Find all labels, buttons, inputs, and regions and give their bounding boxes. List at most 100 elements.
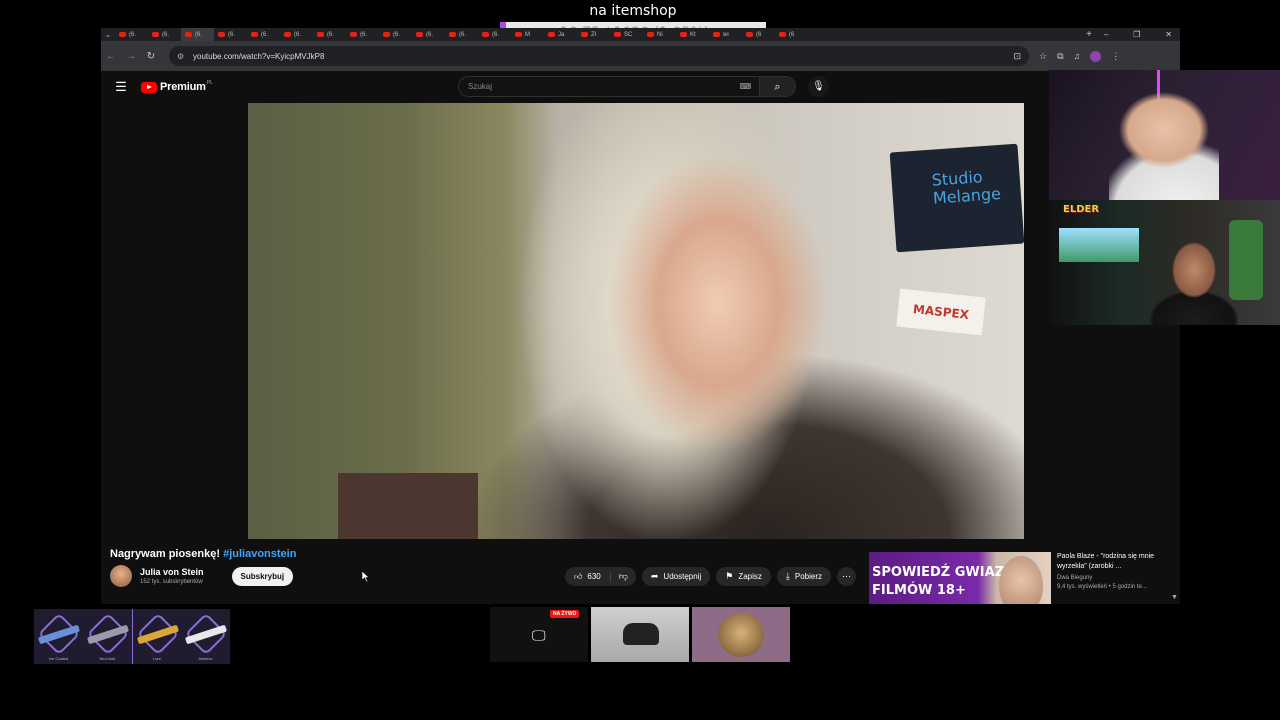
webcam-streamer	[1109, 90, 1219, 200]
browser-tab[interactable]: (6.	[280, 28, 313, 41]
menu-kebab-icon[interactable]: ⋮	[1111, 51, 1120, 62]
forward-icon[interactable]: →	[121, 51, 141, 62]
dislike-button[interactable]: 👎︎	[611, 571, 636, 582]
tab-label: (6	[789, 31, 795, 38]
browser-tab[interactable]: wi	[709, 28, 742, 41]
recommended-thumbnail[interactable]: SPOWIEDŹ GWIAZDY FILMÓW 18+	[869, 552, 1051, 604]
download-icon: ⤓	[785, 571, 790, 581]
browser-tab[interactable]: M	[511, 28, 544, 41]
skin-label: Lore	[152, 656, 161, 661]
tab-label: (6.	[162, 31, 170, 38]
site-info-icon[interactable]: ⚙	[177, 52, 187, 61]
browser-tab[interactable]: (6	[775, 28, 808, 41]
recommended-info: Paola Blaze - "rodzina się mnie wyrzekła…	[1057, 552, 1169, 604]
tab-label: (6.	[129, 31, 137, 38]
more-actions-button[interactable]: ⋯	[836, 567, 856, 586]
channel-avatar[interactable]	[110, 565, 132, 587]
download-button[interactable]: ⤓ Pobierz	[776, 567, 831, 586]
window-controls: – ❐ ✕	[1096, 30, 1180, 39]
media-icon[interactable]: ♫	[1074, 51, 1081, 61]
youtube-favicon-icon	[218, 32, 225, 37]
browser-tab[interactable]: (6.	[313, 28, 346, 41]
browser-tab[interactable]: (6.	[379, 28, 412, 41]
extension-icons: ☆ ⧉ ♫ ⋮	[1039, 50, 1120, 62]
youtube-header: ☰ Premium PL Szukaj ⌨ ⌕ 🎙	[101, 71, 1180, 103]
youtube-logo[interactable]: Premium PL	[141, 80, 213, 93]
video-sign: Studio Melange	[889, 143, 1024, 253]
thumbs-up-icon: 👍︎	[574, 571, 583, 581]
hashtag-link[interactable]: #juliavonstein	[223, 548, 296, 560]
browser-tab[interactable]: (6.	[445, 28, 478, 41]
browser-tab[interactable]: Ni	[643, 28, 676, 41]
install-icon[interactable]: ⊡	[1013, 51, 1021, 62]
recommended-thumbnail-face	[999, 556, 1043, 604]
maximize-icon[interactable]: ❐	[1133, 30, 1140, 39]
car-image	[623, 623, 659, 645]
browser-tab[interactable]: Kt	[676, 28, 709, 41]
skin-label: Ice Coaled	[48, 656, 69, 661]
car-thumbnail[interactable]	[591, 607, 689, 662]
youtube-favicon-icon	[482, 32, 489, 37]
like-button[interactable]: 👍︎ 630	[565, 571, 611, 582]
youtube-favicon-icon	[647, 32, 654, 37]
browser-tab[interactable]: (6.	[478, 28, 511, 41]
keyboard-icon[interactable]: ⌨	[739, 82, 751, 91]
tab-label: (6.	[327, 31, 335, 38]
screen: na itemshop 10.75 / 1020 (1.05%) ⌄ (6.(6…	[0, 0, 1280, 720]
thumbs-down-icon: 👎︎	[618, 571, 628, 581]
tab-label: (6.	[228, 31, 236, 38]
browser-tab[interactable]: Ja	[544, 28, 577, 41]
subscriber-count: 152 tys. subskrybentów	[140, 579, 203, 585]
browser-tab[interactable]: (6	[742, 28, 775, 41]
face-thumbnail[interactable]	[692, 607, 790, 662]
youtube-favicon-icon	[251, 32, 258, 37]
youtube-favicon-icon	[317, 32, 324, 37]
voice-search-button[interactable]: 🎙	[808, 76, 829, 97]
profile-avatar[interactable]	[1090, 50, 1102, 62]
stream-goal-title: na itemshop	[589, 3, 677, 19]
browser-tab[interactable]: Zł	[577, 28, 610, 41]
browser-tab[interactable]: (6.	[115, 28, 148, 41]
tab-search-button[interactable]: ⌄	[101, 28, 115, 41]
hamburger-menu-icon[interactable]: ☰	[101, 79, 141, 95]
tab-label: Ja	[558, 31, 565, 38]
browser-tab[interactable]: (6.	[346, 28, 379, 41]
subscribe-button[interactable]: Subskrybuj	[231, 566, 294, 586]
skin-item: Lore	[132, 609, 181, 664]
bookmark-star-icon[interactable]: ☆	[1039, 51, 1047, 62]
url-field[interactable]: ⚙ youtube.com/watch?v=KyicpMVJkP8 ⊡	[169, 46, 1029, 66]
youtube-favicon-icon	[185, 32, 192, 37]
youtube-favicon-icon	[152, 32, 159, 37]
close-icon[interactable]: ✕	[1165, 30, 1172, 39]
share-button[interactable]: ➦ Udostępnij	[641, 567, 711, 586]
extensions-icon[interactable]: ⧉	[1057, 51, 1063, 62]
browser-tab[interactable]: (6.	[181, 28, 214, 41]
browser-tab[interactable]: (6.	[247, 28, 280, 41]
skin-label: Asiimov	[198, 656, 213, 661]
channel-name[interactable]: Julia von Stein	[140, 567, 204, 577]
youtube-favicon-icon	[581, 32, 588, 37]
mouse-cursor-icon	[362, 571, 370, 582]
recommended-video[interactable]: SPOWIEDŹ GWIAZDY FILMÓW 18+ Paola Blaze …	[869, 552, 1175, 604]
save-button[interactable]: ⚑ Zapisz	[716, 567, 771, 586]
live-thumbnail[interactable]: NA ŻYWO 🖵	[490, 607, 588, 662]
video-title: Nagrywam piosenkę! #juliavonstein	[110, 548, 297, 560]
search-button[interactable]: ⌕	[760, 76, 796, 97]
back-icon[interactable]: ←	[101, 51, 121, 62]
video-bench	[338, 473, 478, 539]
new-tab-button[interactable]: +	[1082, 29, 1096, 40]
youtube-favicon-icon	[449, 32, 456, 37]
browser-tab[interactable]: SC	[610, 28, 643, 41]
reload-icon[interactable]: ↻	[141, 51, 161, 62]
browser-tab[interactable]: (6.	[148, 28, 181, 41]
browser-tab[interactable]: (6.	[214, 28, 247, 41]
scroll-down-arrow-icon[interactable]: ▼	[1171, 594, 1178, 601]
browser-tab[interactable]: (6.	[412, 28, 445, 41]
search-input[interactable]: Szukaj ⌨	[458, 76, 760, 97]
youtube-favicon-icon	[416, 32, 423, 37]
minimize-icon[interactable]: –	[1104, 30, 1108, 39]
recommended-channel[interactable]: Dwa Bieguny	[1057, 575, 1169, 581]
video-player[interactable]: Studio Melange MASPEX	[248, 103, 1024, 539]
recommended-title[interactable]: Paola Blaze - "rodzina się mnie wyrzekła…	[1057, 552, 1169, 572]
more-horizontal-icon: ⋯	[841, 571, 851, 581]
